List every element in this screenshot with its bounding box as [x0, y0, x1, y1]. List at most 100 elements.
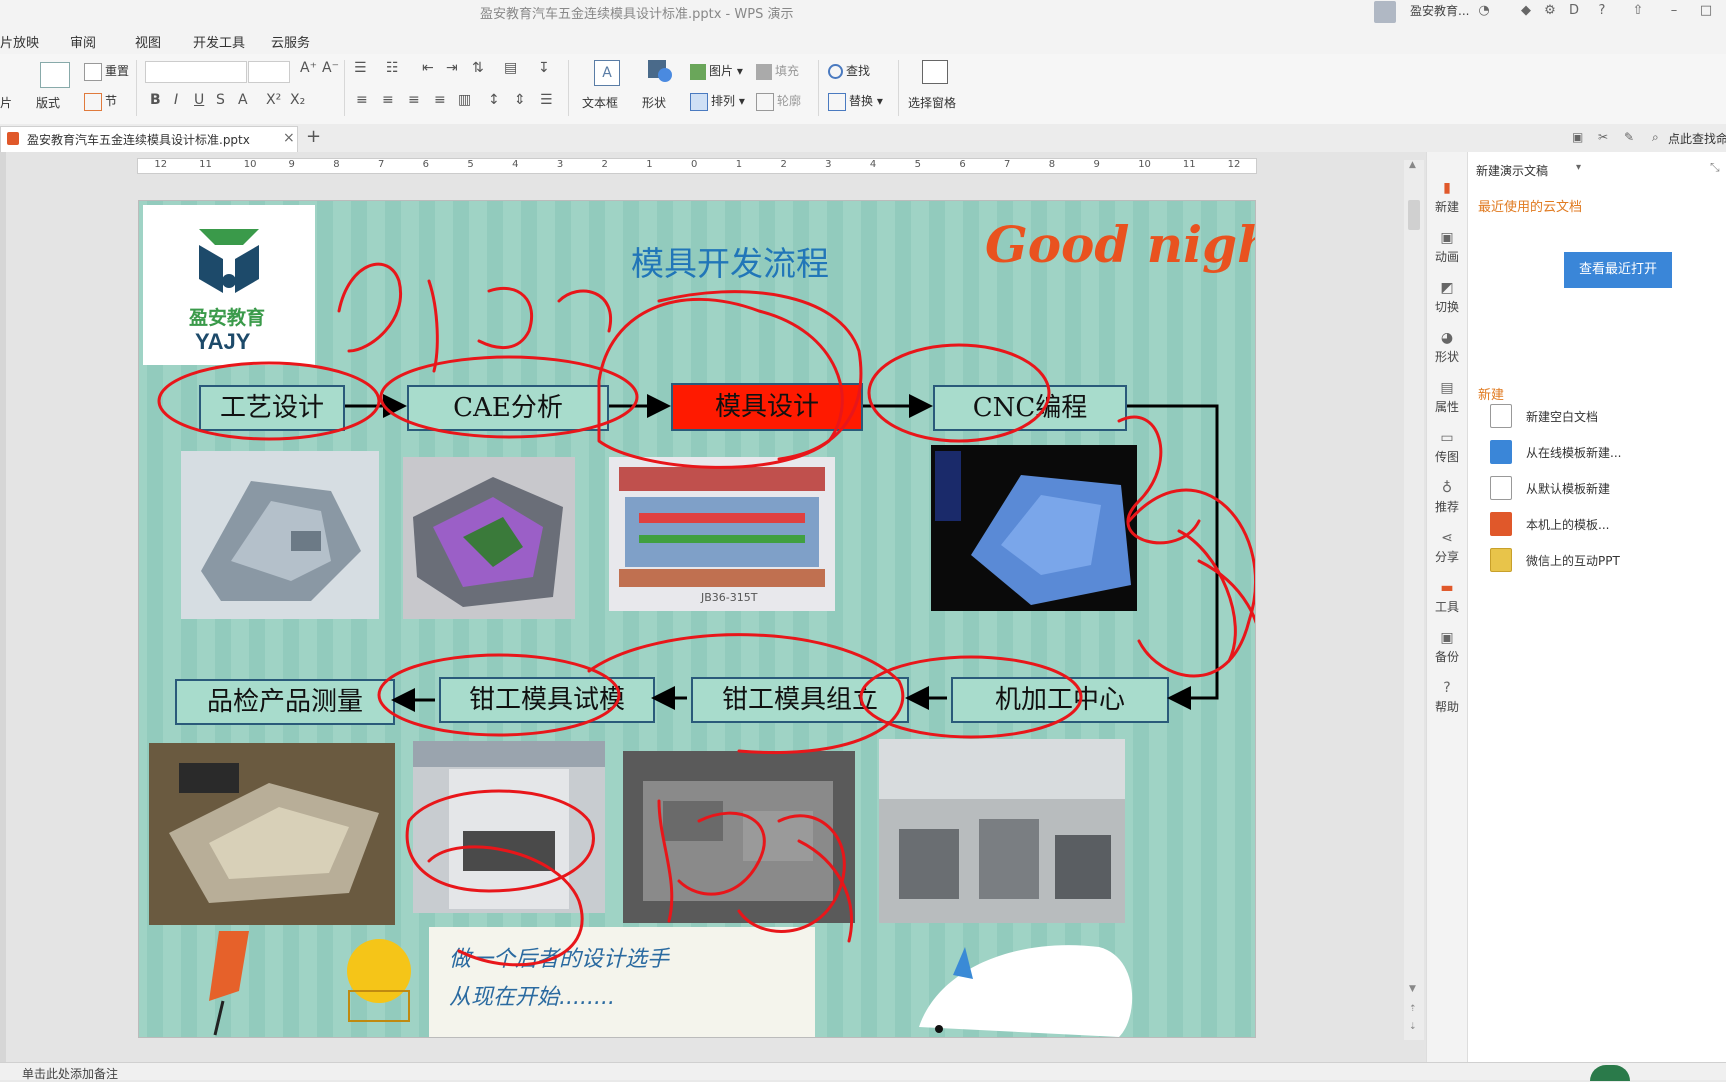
menu-slideshow[interactable]: 片放映: [0, 32, 39, 51]
ruler-tick-label: 1: [735, 159, 743, 170]
skin-icon[interactable]: ◆: [1518, 3, 1534, 19]
justify-icon[interactable]: ≡: [434, 92, 446, 108]
link-online-template[interactable]: 从在线模板新建...: [1526, 444, 1621, 461]
sidebar-item-properties[interactable]: ▤ 属性: [1427, 380, 1467, 415]
monitor-icon[interactable]: ▣: [1572, 130, 1583, 144]
indent-icon[interactable]: ⇤: [422, 60, 434, 76]
sidebar-item-new[interactable]: ▮ 新建: [1427, 180, 1467, 215]
sidebar-item-share[interactable]: ⋖ 分享: [1427, 530, 1467, 565]
close-tab-button[interactable]: ×: [283, 130, 295, 146]
font-color-button[interactable]: A: [238, 92, 248, 108]
sidebar-item-backup[interactable]: ▣ 备份: [1427, 630, 1467, 665]
line-spacing-icon[interactable]: ↕: [488, 92, 500, 108]
thumbnail-pane-edge[interactable]: [0, 152, 6, 1062]
italic-button[interactable]: I: [174, 92, 178, 108]
scroll-down-icon[interactable]: ▼: [1409, 984, 1416, 994]
maximize-icon[interactable]: □: [1698, 3, 1714, 19]
bullet-list-icon[interactable]: ☰: [354, 60, 367, 76]
menu-view[interactable]: 视图: [135, 32, 161, 51]
sidebar-item-tools[interactable]: ▬ 工具: [1427, 580, 1467, 615]
column-icon[interactable]: ▤: [504, 60, 517, 76]
user-avatar[interactable]: [1374, 1, 1396, 23]
ruler-tick-label: 11: [199, 159, 212, 170]
new-tab-button[interactable]: +: [306, 126, 321, 147]
menu-cloud[interactable]: 云服务: [271, 32, 310, 51]
sidebar-item-transition[interactable]: ◩ 切换: [1427, 280, 1467, 315]
minimize-icon[interactable]: –: [1666, 3, 1682, 19]
replace-button[interactable]: 替换 ▾: [828, 92, 883, 111]
scroll-up-icon[interactable]: ▲: [1409, 160, 1416, 170]
numbered-list-icon[interactable]: ☷: [386, 60, 399, 76]
selection-pane-button[interactable]: 选择窗格: [908, 94, 956, 111]
bold-button[interactable]: B: [150, 92, 161, 108]
sidebar-item-shape[interactable]: ◕ 形状: [1427, 330, 1467, 365]
shadow-button[interactable]: S: [216, 92, 225, 108]
textbox-button[interactable]: 文本框: [582, 94, 618, 111]
pin-icon[interactable]: ✂: [1598, 130, 1608, 144]
panel-header[interactable]: 新建演示文稿: [1476, 162, 1548, 179]
paragraph-settings-icon[interactable]: ☰: [540, 92, 553, 108]
notes-bar[interactable]: 单击此处添加备注: [0, 1062, 1726, 1082]
restore-icon[interactable]: ⇧: [1630, 3, 1646, 19]
menu-developer[interactable]: 开发工具: [193, 32, 245, 51]
settings-icon[interactable]: ⚙: [1542, 3, 1558, 19]
new-slide-button[interactable]: 片: [0, 94, 12, 111]
scrollbar-thumb[interactable]: [1408, 200, 1420, 230]
prev-slide-icon[interactable]: ⇡: [1409, 1004, 1417, 1014]
sidebar-item-upload-image[interactable]: ▭ 传图: [1427, 430, 1467, 465]
chevron-down-icon[interactable]: ▾: [1576, 162, 1581, 173]
align-center-icon[interactable]: ≡: [382, 92, 394, 108]
paragraph-spacing-icon[interactable]: ⇕: [514, 92, 526, 108]
increase-font-icon[interactable]: A⁺: [300, 60, 317, 76]
fill-button[interactable]: 填充: [756, 62, 799, 80]
find-button[interactable]: 查找: [828, 62, 870, 79]
sync-icon[interactable]: ◔: [1476, 3, 1492, 19]
section-button[interactable]: 节: [84, 92, 117, 111]
task-sidebar: ▮ 新建 ▣ 动画 ◩ 切换 ◕ 形状 ▤ 属性 ▭ 传图 ♁ 推荐 ⋖ 分享 ▬ 工具 ▣ 备份 …: [1426, 152, 1467, 1062]
document-tab[interactable]: 盈安教育汽车五金连续模具设计标准.pptx ×: [0, 126, 298, 152]
font-name-select[interactable]: [145, 61, 247, 83]
link-default-template[interactable]: 从默认模板新建: [1526, 480, 1610, 497]
outline-button[interactable]: 轮廓: [756, 92, 801, 111]
outdent-icon[interactable]: ⇥: [446, 60, 458, 76]
notes-placeholder[interactable]: 单击此处添加备注: [22, 1065, 118, 1082]
sidebar-item-help[interactable]: ? 帮助: [1427, 680, 1467, 715]
layout-button[interactable]: 版式: [36, 94, 60, 111]
menu-review[interactable]: 审阅: [70, 32, 96, 51]
sort-icon[interactable]: ↧: [538, 60, 550, 76]
link-new-blank[interactable]: 新建空白文档: [1526, 408, 1598, 425]
shape-button[interactable]: 形状: [642, 94, 666, 111]
link-local-template[interactable]: 本机上的模板...: [1526, 516, 1609, 533]
new-presentation-panel: 新建演示文稿 ▾ ⤡ 最近使用的云文档 查看最近打开 新建 新建空白文档 从在线…: [1467, 152, 1726, 1062]
sidebar-item-animation[interactable]: ▣ 动画: [1427, 230, 1467, 265]
ruler-tick-label: 3: [825, 159, 832, 170]
superscript-button[interactable]: X²: [266, 92, 281, 108]
next-slide-icon[interactable]: ⇣: [1409, 1022, 1417, 1032]
sidebar-item-recommend[interactable]: ♁ 推荐: [1427, 480, 1467, 515]
underline-button[interactable]: U: [194, 92, 204, 108]
picture-button[interactable]: 图片 ▾: [690, 62, 743, 80]
recent-cloud-heading: 最近使用的云文档: [1478, 200, 1583, 215]
search-hint[interactable]: 点此查找命: [1668, 130, 1726, 147]
slide-canvas[interactable]: 盈安教育 YAJY 模具开发流程 Good night 工艺设计 CAE分析 模…: [138, 200, 1256, 1038]
align-left-icon[interactable]: ≡: [356, 92, 368, 108]
comment-icon[interactable]: ✎: [1624, 130, 1634, 144]
divider: [818, 60, 819, 116]
user-name[interactable]: 盈安教育...: [1410, 2, 1469, 19]
ruler-tick-label: 9: [1093, 159, 1100, 170]
subscript-button[interactable]: X₂: [290, 92, 305, 108]
distribute-icon[interactable]: ▥: [458, 92, 471, 108]
collapse-panel-icon[interactable]: ⤡: [1710, 160, 1720, 175]
title-bar: 盈安教育汽车五金连续模具设计标准.pptx - WPS 演示 盈安教育... ◔…: [0, 0, 1726, 24]
decrease-font-icon[interactable]: A⁻: [322, 60, 339, 76]
view-recent-button[interactable]: 查看最近打开: [1564, 252, 1672, 288]
font-size-select[interactable]: [248, 61, 290, 83]
align-right-icon[interactable]: ≡: [408, 92, 420, 108]
help-button[interactable]: ?: [1594, 3, 1610, 19]
reset-button[interactable]: 重置: [84, 62, 129, 81]
vertical-scrollbar[interactable]: ▲ ▼ ⇡ ⇣: [1404, 160, 1424, 1040]
text-direction-icon[interactable]: ⇅: [472, 60, 484, 76]
feedback-icon[interactable]: D: [1566, 3, 1582, 19]
arrange-button[interactable]: 排列 ▾: [690, 92, 745, 111]
link-wechat-ppt[interactable]: 微信上的互动PPT: [1526, 552, 1620, 569]
